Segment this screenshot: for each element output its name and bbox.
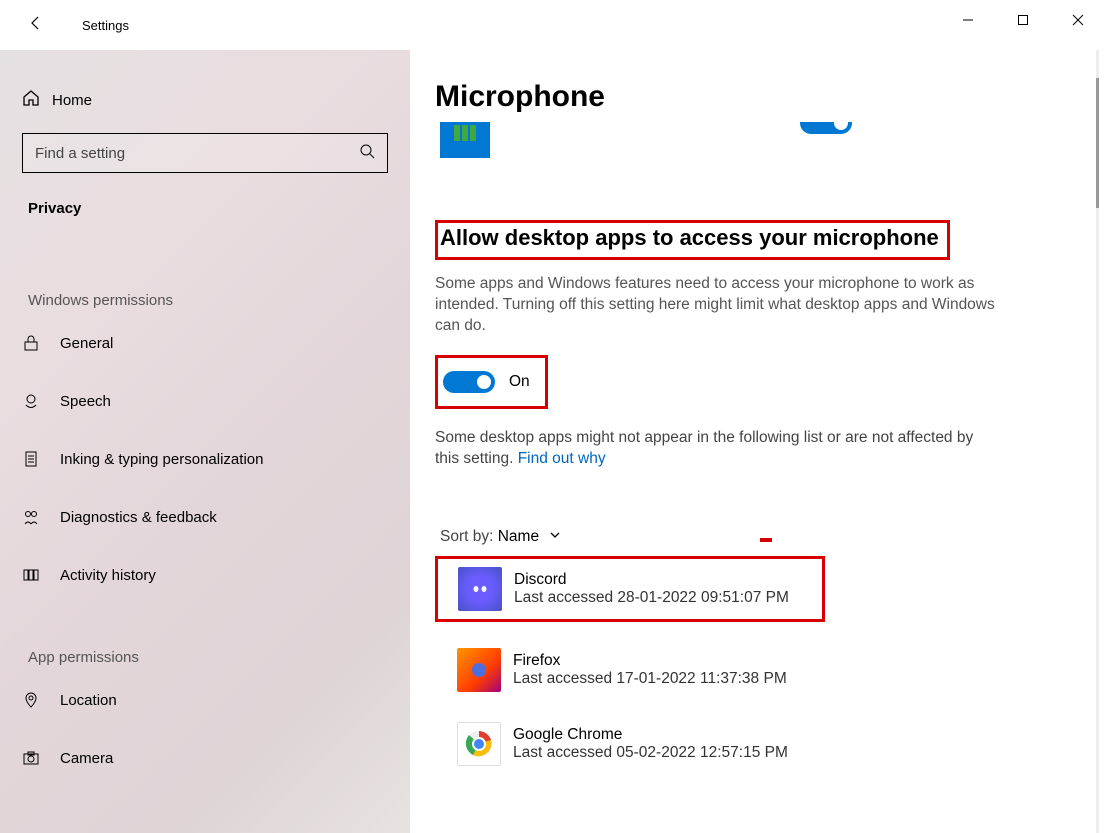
minimize-button[interactable] <box>940 0 995 40</box>
group-heading-windows: Windows permissions <box>0 292 410 309</box>
feedback-icon <box>22 508 60 526</box>
discord-icon <box>458 567 502 611</box>
camera-icon <box>22 749 60 767</box>
app-row-discord-highlight: Discord Last accessed 28-01-2022 09:51:0… <box>435 556 825 622</box>
app-name: Firefox <box>513 652 787 670</box>
search-icon <box>359 143 375 164</box>
search-placeholder: Find a setting <box>35 145 125 162</box>
toggle-label: On <box>509 373 530 391</box>
lock-icon <box>22 334 60 352</box>
prev-toggle[interactable] <box>800 122 852 134</box>
app-sub: Last accessed 17-01-2022 11:37:38 PM <box>513 670 787 688</box>
app-row-firefox[interactable]: Firefox Last accessed 17-01-2022 11:37:3… <box>435 644 1065 696</box>
history-icon <box>22 566 60 584</box>
nav-speech[interactable]: Speech <box>0 377 410 425</box>
chevron-down-icon <box>549 528 561 545</box>
page-title: Microphone <box>435 80 1065 114</box>
app-sub: Last accessed 28-01-2022 09:51:07 PM <box>514 589 789 607</box>
main-panel: Microphone Allow desktop apps to access … <box>410 50 1105 833</box>
clipboard-icon <box>22 450 60 468</box>
firefox-icon <box>457 648 501 692</box>
titlebar: Settings <box>0 0 1105 50</box>
app-row-discord[interactable]: Discord Last accessed 28-01-2022 09:51:0… <box>458 563 816 615</box>
home-icon <box>22 89 52 112</box>
close-button[interactable] <box>1050 0 1105 40</box>
nav-activity[interactable]: Activity history <box>0 551 410 599</box>
nav-diagnostics[interactable]: Diagnostics & feedback <box>0 493 410 541</box>
home-label: Home <box>52 92 92 109</box>
nav-camera[interactable]: Camera <box>0 734 410 782</box>
chrome-icon <box>457 722 501 766</box>
app-row-chrome[interactable]: Google Chrome Last accessed 05-02-2022 1… <box>435 718 1065 770</box>
sidebar: Home Find a setting Privacy Windows perm… <box>0 50 410 833</box>
section-heading: Allow desktop apps to access your microp… <box>435 220 950 260</box>
sort-control[interactable]: Sort by: Name <box>435 528 1065 546</box>
nav-location[interactable]: Location <box>0 676 410 724</box>
desktop-access-toggle[interactable] <box>443 371 495 393</box>
window-title: Settings <box>82 18 129 33</box>
group-heading-app: App permissions <box>0 649 410 666</box>
xbox-icon <box>440 122 490 158</box>
scrollbar[interactable] <box>1096 50 1099 833</box>
annotation-mark <box>760 538 772 542</box>
speech-icon <box>22 392 60 410</box>
nav-general[interactable]: General <box>0 319 410 367</box>
desktop-access-toggle-row: On <box>435 355 548 409</box>
app-name: Discord <box>514 571 789 589</box>
back-button[interactable] <box>28 15 48 36</box>
find-out-why-link[interactable]: Find out why <box>518 450 606 467</box>
clipped-prev-section <box>435 122 1065 160</box>
location-icon <box>22 691 60 709</box>
maximize-button[interactable] <box>995 0 1050 40</box>
app-sub: Last accessed 05-02-2022 12:57:15 PM <box>513 744 788 762</box>
home-nav[interactable]: Home <box>0 80 410 120</box>
note-text: Some desktop apps might not appear in th… <box>435 427 995 470</box>
category-label: Privacy <box>0 173 410 217</box>
nav-inking[interactable]: Inking & typing personalization <box>0 435 410 483</box>
search-input[interactable]: Find a setting <box>22 133 388 173</box>
scrollbar-thumb[interactable] <box>1096 78 1099 208</box>
section-description: Some apps and Windows features need to a… <box>435 274 995 337</box>
app-name: Google Chrome <box>513 726 788 744</box>
